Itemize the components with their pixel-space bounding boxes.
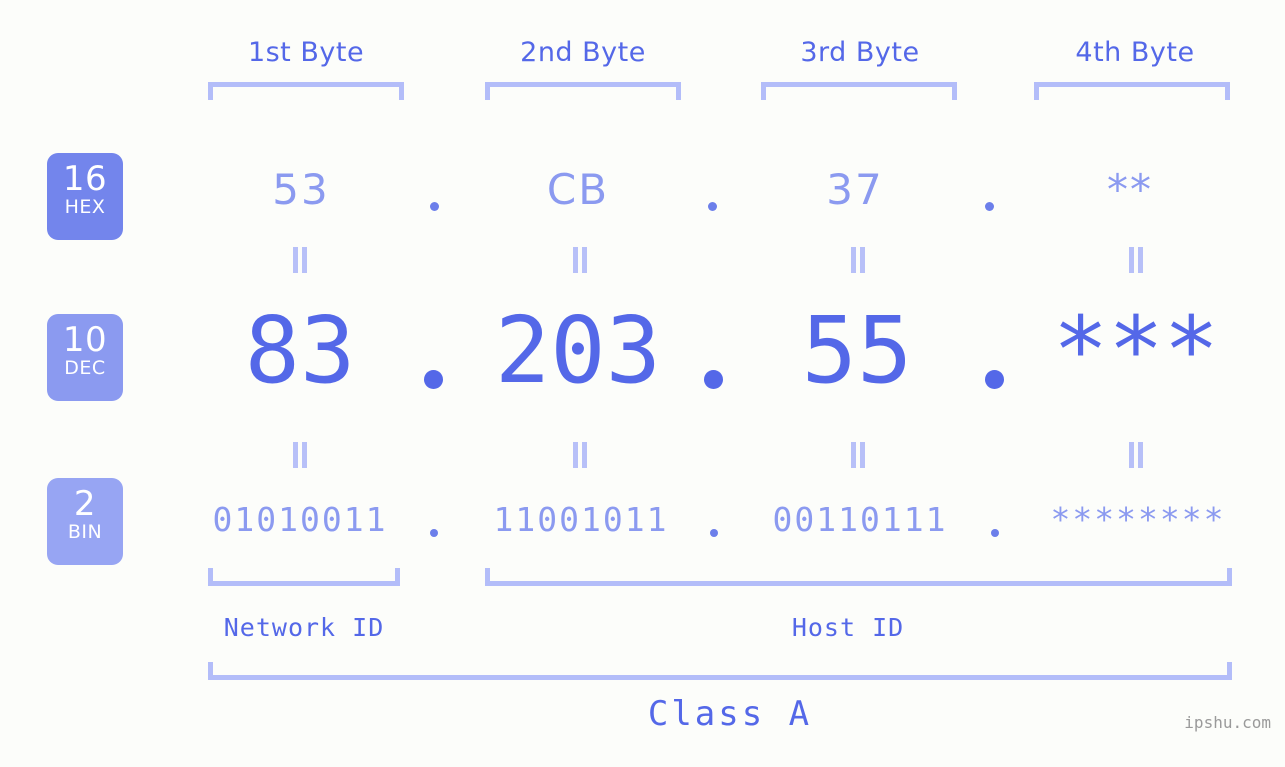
dec-byte-4: *** — [1052, 297, 1220, 404]
bin-separator-3 — [991, 529, 999, 537]
hex-byte-1: 53 — [272, 165, 330, 214]
dec-byte-2: 203 — [494, 297, 662, 404]
byte-header-2: 2nd Byte — [520, 37, 646, 68]
byte-bracket-3 — [761, 82, 957, 100]
dec-separator-2 — [704, 370, 723, 389]
dec-byte-1: 83 — [244, 297, 356, 404]
host-id-label: Host ID — [791, 613, 905, 642]
byte-bracket-2 — [485, 82, 681, 100]
bin-byte-3: 00110111 — [772, 500, 948, 539]
hex-byte-4: ** — [1107, 165, 1153, 214]
bin-separator-1 — [430, 529, 438, 537]
dec-separator-3 — [985, 370, 1004, 389]
equals-connector-dec-bin-2 — [571, 442, 589, 468]
byte-header-3: 3rd Byte — [800, 37, 920, 68]
hex-byte-2: CB — [546, 165, 610, 214]
dec-separator-1 — [424, 370, 443, 389]
byte-header-4: 4th Byte — [1075, 37, 1195, 68]
class-label: Class A — [647, 694, 813, 734]
hex-separator-1 — [430, 202, 439, 211]
network-id-bracket — [208, 568, 400, 586]
hex-value-row: 53 CB 37 ** — [0, 150, 1285, 230]
byte-header-1: 1st Byte — [247, 37, 365, 68]
bin-value-row: 01010011 11001011 00110111 ******** — [0, 490, 1285, 550]
equals-connector-dec-bin-1 — [291, 442, 309, 468]
bin-separator-2 — [710, 529, 718, 537]
equals-connector-hex-dec-3 — [849, 247, 867, 273]
hex-byte-3: 37 — [826, 165, 884, 214]
bin-byte-2: 11001011 — [493, 500, 669, 539]
byte-bracket-1 — [208, 82, 404, 100]
equals-connector-dec-bin-3 — [849, 442, 867, 468]
class-bracket — [208, 662, 1232, 680]
bin-byte-1: 01010011 — [212, 500, 388, 539]
ip-byte-breakdown-diagram: 1st Byte 2nd Byte 3rd Byte 4th Byte 16 H… — [0, 0, 1285, 767]
dec-value-row: 83 203 55 *** — [0, 296, 1285, 406]
equals-connector-hex-dec-4 — [1127, 247, 1145, 273]
bin-byte-4: ******** — [1050, 500, 1226, 539]
host-id-bracket — [485, 568, 1232, 586]
site-watermark: ipshu.com — [1184, 713, 1271, 732]
equals-connector-hex-dec-1 — [291, 247, 309, 273]
byte-bracket-4 — [1034, 82, 1230, 100]
equals-connector-dec-bin-4 — [1127, 442, 1145, 468]
equals-connector-hex-dec-2 — [571, 247, 589, 273]
network-id-label: Network ID — [223, 613, 385, 642]
hex-separator-3 — [985, 202, 994, 211]
dec-byte-3: 55 — [801, 297, 913, 404]
hex-separator-2 — [708, 202, 717, 211]
